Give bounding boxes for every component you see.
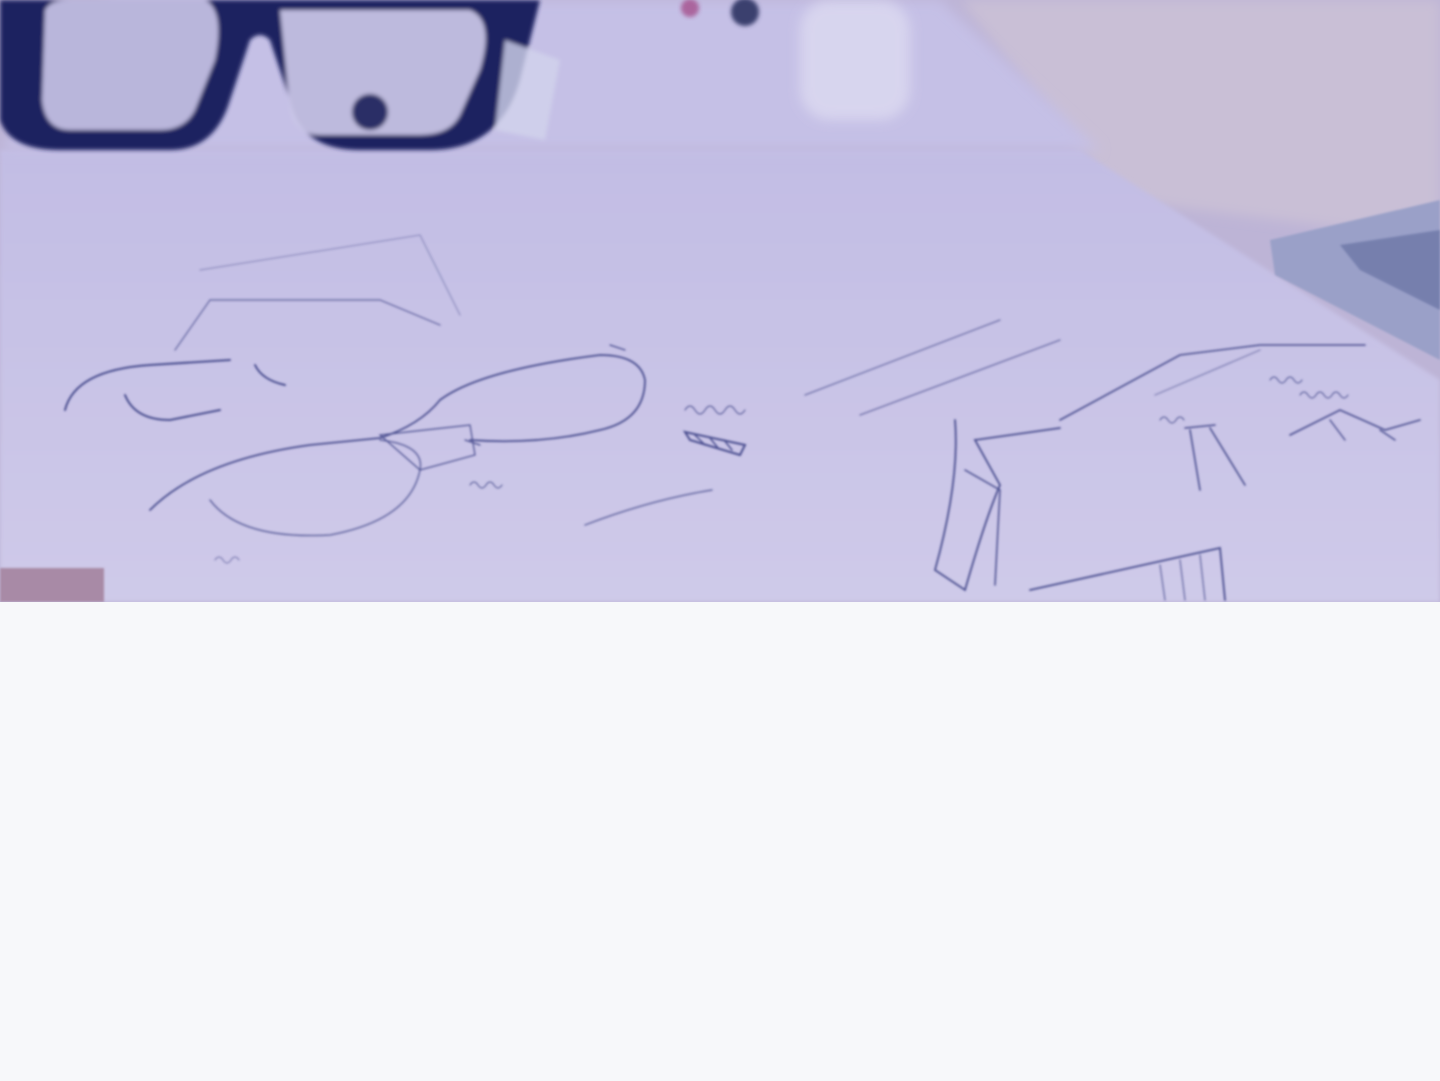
page-background	[0, 602, 1440, 1081]
hero-photo	[0, 0, 1440, 602]
glasses-sketch-illustration	[0, 0, 1440, 602]
